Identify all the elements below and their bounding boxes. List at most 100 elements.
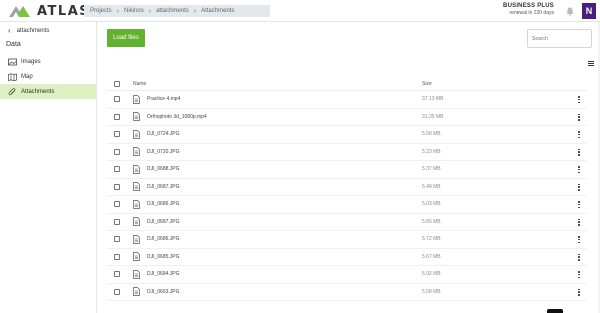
table-row[interactable]: DJI_0684.JPG 5.92 MB [107,266,587,284]
file-name[interactable]: DJI_0685.JPG [147,254,180,260]
more-options-icon[interactable] [578,96,580,104]
images-icon [8,58,17,65]
more-options-icon[interactable] [578,201,580,209]
row-checkbox[interactable] [114,148,120,155]
more-options-icon[interactable] [578,288,580,297]
chevron-right-icon: › [193,7,197,15]
table-row[interactable]: Practice 4.mp4 37.13 MB [107,91,587,109]
row-checkbox[interactable] [114,253,120,260]
file-size: 31.35 MB [422,113,444,120]
more-options-icon[interactable] [578,253,580,262]
breadcrumb-current: Attachments [201,8,235,14]
file-name[interactable]: DJI_0686.JPG [147,201,180,207]
sidebar-item-label: Attachments [21,88,55,95]
row-checkbox[interactable] [114,218,120,225]
file-size: 5.58 MB [422,131,441,138]
row-checkbox[interactable] [114,236,120,243]
back-button[interactable]: ‹ attachments [8,26,49,35]
more-options-icon[interactable] [578,148,580,157]
file-name[interactable]: DJI_0663.JPG [147,289,180,295]
more-options-icon[interactable] [578,218,580,227]
file-icon [133,252,140,262]
file-icon [133,287,140,297]
file-name[interactable]: DJI_0724.JPG [147,131,180,137]
row-checkbox[interactable] [114,113,120,120]
file-name[interactable]: Orthophoto 3d_1080p.mp4 [147,114,207,120]
column-header-size[interactable]: Size [422,81,432,87]
more-options-icon[interactable] [578,183,580,192]
more-options-icon[interactable] [578,271,580,279]
file-icon [133,129,140,139]
breadcrumb-folder[interactable]: attachments [156,8,189,14]
select-all-checkbox[interactable] [114,80,120,87]
sidebar-item-attachments[interactable]: Attachments [0,84,96,99]
chevron-right-icon: › [116,7,120,15]
table-header: Name Size [107,77,587,91]
file-size: 5.48 MB [422,183,441,190]
table-row[interactable]: DJI_0724.JPG 5.58 MB [107,126,587,144]
sidebar-item-map[interactable]: Map [0,69,96,84]
sidebar-item-label: Map [21,73,33,80]
plan-info[interactable]: BUSINESS PLUS renewal in 220 days [503,3,554,16]
table-row[interactable]: Orthophoto 3d_1080p.mp4 31.35 MB [107,109,587,126]
file-size: 5.86 MB [422,218,441,225]
map-icon [8,72,17,81]
file-name[interactable]: DJI_0720.JPG [147,149,180,155]
file-icon [133,112,140,122]
more-options-icon[interactable] [578,113,580,122]
avatar[interactable]: N [582,3,596,19]
table-row[interactable]: DJI_0685.JPG 5.67 MB [107,249,587,266]
row-checkbox[interactable] [114,131,120,138]
table-row[interactable]: DJI_0720.JPG 5.33 MB [107,144,587,161]
file-name[interactable]: Practice 4.mp4 [147,96,180,102]
bell-icon[interactable] [566,7,574,16]
file-name[interactable]: DJI_0686.JPG [147,236,180,242]
table-row[interactable]: DJI_0663.JPG 5.58 MB [107,284,587,301]
file-icon [133,217,140,227]
column-header-name[interactable]: Name [133,81,146,87]
file-size: 5.33 MB [422,148,441,155]
file-size: 37.13 MB [422,96,444,103]
row-checkbox[interactable] [114,166,120,173]
file-name[interactable]: DJI_0687.JPG [147,184,180,190]
more-options-icon[interactable] [578,236,580,244]
file-size: 5.72 MB [422,236,441,243]
table-body: Practice 4.mp4 37.13 MB Orthophoto 3d_1080… [107,91,587,301]
table-row[interactable]: DJI_0686.JPG 5.03 MB [107,196,587,214]
back-label: attachments [16,27,50,34]
breadcrumb-project[interactable]: Nikinos [124,8,144,14]
help-button[interactable] [547,309,563,313]
paperclip-icon [8,87,16,95]
chevron-left-icon: ‹ [8,26,11,35]
atlas-logo[interactable]: ATLAS [7,3,90,19]
file-size: 5.67 MB [422,253,441,260]
row-checkbox[interactable] [114,201,120,208]
file-size: 5.58 MB [422,288,441,295]
sidebar: ‹ attachments Data Images Map Attachment… [0,22,97,313]
file-icon [133,182,140,192]
table-row[interactable]: DJI_0688.JPG 5.37 MB [107,161,587,179]
app-name: ATLAS [37,3,91,19]
more-options-icon[interactable] [578,131,580,139]
table-row[interactable]: DJI_0686.JPG 5.72 MB [107,231,587,249]
file-name[interactable]: DJI_0684.JPG [147,271,180,277]
file-icon [133,94,140,104]
more-options-icon[interactable] [578,166,580,174]
table-row[interactable]: DJI_0687.JPG 5.48 MB [107,179,587,196]
breadcrumb-projects[interactable]: Projects [90,8,112,14]
file-icon [133,164,140,174]
row-checkbox[interactable] [114,271,120,278]
file-name[interactable]: DJI_0688.JPG [147,166,180,172]
section-title: Data [6,41,21,48]
chevron-right-icon: › [148,7,152,15]
file-name[interactable]: DJI_0687.JPG [147,219,180,225]
search-input[interactable] [527,29,592,48]
row-checkbox[interactable] [114,96,120,103]
table-row[interactable]: DJI_0687.JPG 5.86 MB [107,214,587,231]
row-checkbox[interactable] [114,288,120,295]
files-table: Name Size Practice 4.mp4 37.13 MB Orthopho… [107,77,587,301]
row-checkbox[interactable] [114,183,120,190]
column-menu-icon[interactable] [588,61,594,66]
sidebar-item-images[interactable]: Images [0,54,96,69]
load-files-button[interactable]: Load files [107,29,145,47]
